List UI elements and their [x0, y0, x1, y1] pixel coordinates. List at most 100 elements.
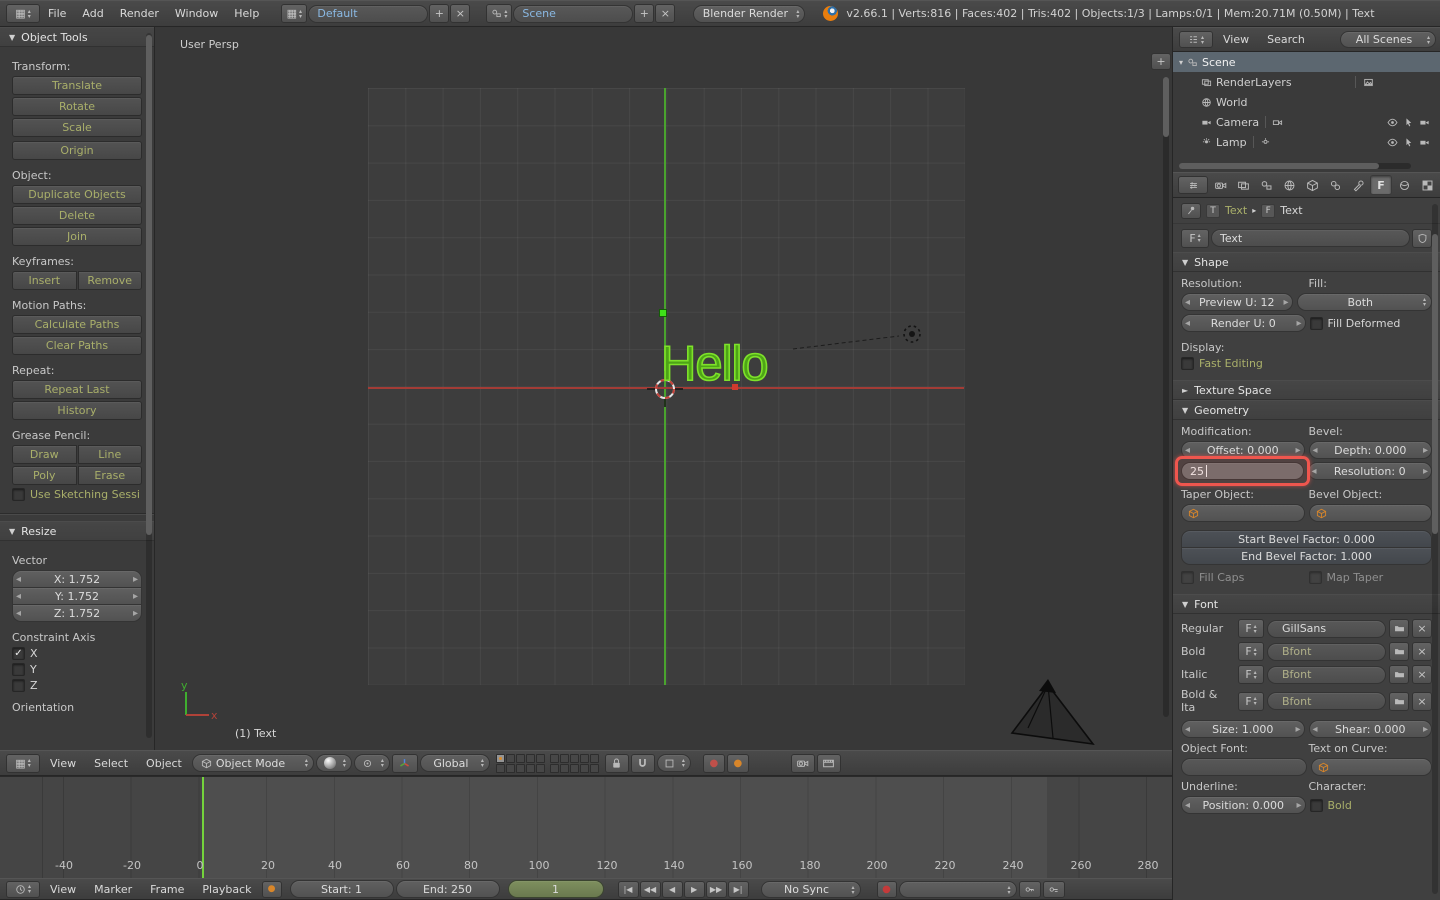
decrement-icon[interactable]: ◂ [1182, 724, 1193, 735]
end-frame-field[interactable]: End: 250 [395, 880, 500, 898]
decrement-icon[interactable]: ◂ [1182, 800, 1193, 811]
decrement-icon[interactable]: ◂ [1310, 445, 1321, 456]
manipulator-toggle[interactable] [391, 753, 418, 773]
editor-type-button[interactable]: ▦ ▴ ▾ [6, 753, 40, 773]
layer-cell[interactable] [559, 753, 569, 763]
tool-shelf-scrollbar[interactable] [146, 33, 152, 738]
increment-icon[interactable]: ▸ [130, 574, 141, 585]
layer-cell[interactable] [495, 753, 505, 763]
breadcrumb-object[interactable]: Text [1225, 204, 1247, 217]
tab-scene[interactable] [1255, 175, 1277, 195]
current-frame-field[interactable]: 1 [507, 880, 604, 898]
outliner-row-camera[interactable]: Camera [1173, 112, 1440, 132]
snap-toggle[interactable] [630, 753, 655, 773]
bold-checkbox[interactable] [1309, 798, 1323, 812]
screen-layout-delete-button[interactable]: × [450, 4, 471, 23]
resize-y-field[interactable]: ◂ Y: 1.752 ▸ [12, 587, 142, 605]
render-toggle-icon[interactable] [1363, 77, 1374, 88]
decrement-icon[interactable]: ◂ [1182, 318, 1193, 329]
tab-object-data[interactable]: F [1370, 175, 1392, 195]
layer-cell[interactable] [579, 763, 589, 773]
pointer-icon[interactable] [1403, 137, 1414, 148]
constraint-y-checkbox[interactable] [12, 663, 25, 676]
duplicate-objects-button[interactable]: Duplicate Objects [12, 185, 142, 204]
opengl-render-animation-button[interactable] [816, 753, 841, 773]
origin-button[interactable]: Origin [12, 141, 142, 160]
calculate-paths-button[interactable]: Calculate Paths [12, 315, 142, 334]
repeat-last-button[interactable]: Repeat Last [12, 380, 142, 399]
timeline-editor[interactable]: -40 -20 0 20 40 60 80 100 120 140 160 18… [0, 776, 1172, 878]
start-bevel-factor-slider[interactable]: Start Bevel Factor: 0.000 [1181, 530, 1432, 548]
preview-range-toggle[interactable]: ● [261, 880, 282, 898]
tab-constraints[interactable] [1324, 175, 1346, 195]
outliner-row-scene[interactable]: ▾ Scene [1173, 52, 1440, 72]
pivot-point-dropdown[interactable]: ▴ ▾ [353, 754, 390, 772]
auto-keyframe-toggle[interactable]: ● [876, 880, 897, 898]
tab-render-layers[interactable] [1232, 175, 1254, 195]
map-taper-checkbox[interactable] [1308, 571, 1322, 584]
layer-cell[interactable] [505, 753, 515, 763]
editor-type-button[interactable]: ▦ ▴ ▾ [6, 4, 40, 23]
increment-icon[interactable]: ▸ [130, 608, 141, 619]
viewport-3d[interactable]: Hello User Persp y x (1) Text + [155, 27, 1172, 750]
fill-caps-checkbox[interactable] [1181, 571, 1194, 584]
scale-button[interactable]: Scale [12, 118, 142, 137]
keying-set-dropdown[interactable]: ▴ ▾ [898, 880, 1017, 898]
layer-cell[interactable] [525, 763, 535, 773]
render-engine-dropdown[interactable]: Blender Render ▴ ▾ [693, 4, 806, 23]
scene-add-button[interactable]: + [634, 4, 655, 23]
editor-type-button[interactable] [1178, 176, 1208, 194]
viewport-shading-dropdown[interactable]: ▴ ▾ [315, 754, 352, 772]
decrement-icon[interactable]: ◂ [1310, 724, 1321, 735]
menu-add[interactable]: Add [74, 7, 111, 20]
menu-object[interactable]: Object [138, 757, 190, 770]
increment-icon[interactable]: ▸ [130, 591, 141, 602]
pin-button[interactable] [1181, 202, 1201, 219]
bold-italic-font-field[interactable]: Bfont [1267, 692, 1386, 710]
scene-browse-button[interactable]: ▴ ▾ [486, 4, 513, 23]
decrement-icon[interactable]: ◂ [13, 608, 24, 619]
grease-poly-button[interactable]: Poly [12, 466, 77, 485]
increment-icon[interactable]: ▸ [1294, 318, 1305, 329]
unlink-font-button[interactable]: × [1412, 619, 1432, 638]
increment-icon[interactable]: ▸ [1281, 297, 1292, 308]
layer-cell[interactable] [495, 763, 505, 773]
id-name-field[interactable]: Text [1211, 229, 1410, 247]
bevel-depth-field[interactable]: ◂ Depth: 0.000 ▸ [1308, 441, 1432, 459]
layer-cell[interactable] [515, 763, 525, 773]
editor-type-button[interactable]: ▴ ▾ [6, 880, 40, 898]
menu-marker[interactable]: Marker [86, 883, 140, 896]
tab-render[interactable] [1209, 175, 1231, 195]
resize-z-field[interactable]: ◂ Z: 1.752 ▸ [12, 604, 142, 622]
sync-dropdown[interactable]: No Sync ▴ ▾ [760, 880, 861, 898]
decrement-icon[interactable]: ◂ [13, 591, 24, 602]
fill-deformed-checkbox[interactable] [1309, 316, 1323, 330]
decrement-icon[interactable]: ◂ [1182, 297, 1193, 308]
eye-icon[interactable] [1387, 117, 1398, 128]
resize-x-field[interactable]: ◂ X: 1.752 ▸ [12, 570, 142, 588]
offset-field[interactable]: ◂ Offset: 0.000 ▸ [1181, 441, 1305, 459]
delete-keyframe-button[interactable] [1042, 880, 1065, 898]
eye-icon[interactable] [1387, 137, 1398, 148]
opengl-render-image-button[interactable] [790, 753, 815, 773]
delete-button[interactable]: Delete [12, 206, 142, 225]
fill-mode-dropdown[interactable]: Both ▴ ▾ [1296, 293, 1432, 311]
pointer-icon[interactable] [1403, 117, 1414, 128]
layer-cell[interactable] [589, 753, 599, 763]
font-browse-button[interactable]: F ▴ ▾ [1238, 642, 1264, 661]
camera-object[interactable] [1010, 679, 1095, 746]
jump-to-start-button[interactable]: |◀ [617, 880, 639, 898]
render-restrict-icon[interactable] [1419, 137, 1430, 148]
viewport-scrollbar[interactable] [1163, 77, 1169, 717]
scenes-filter-dropdown[interactable]: All Scenes ▴ ▾ [1340, 31, 1436, 48]
unlink-font-button[interactable]: × [1412, 642, 1432, 661]
decrement-icon[interactable]: ◂ [13, 574, 24, 585]
previous-keyframe-button[interactable]: ◀◀ [639, 880, 661, 898]
regular-font-field[interactable]: GillSans [1267, 619, 1386, 638]
layer-cell[interactable] [569, 763, 579, 773]
tab-modifiers[interactable] [1347, 175, 1369, 195]
layer-cell[interactable] [549, 753, 559, 763]
decrement-icon[interactable]: ◂ [1182, 445, 1193, 456]
mode-dropdown[interactable]: Object Mode ▴ ▾ [191, 754, 314, 772]
lamp-object[interactable] [903, 325, 921, 343]
